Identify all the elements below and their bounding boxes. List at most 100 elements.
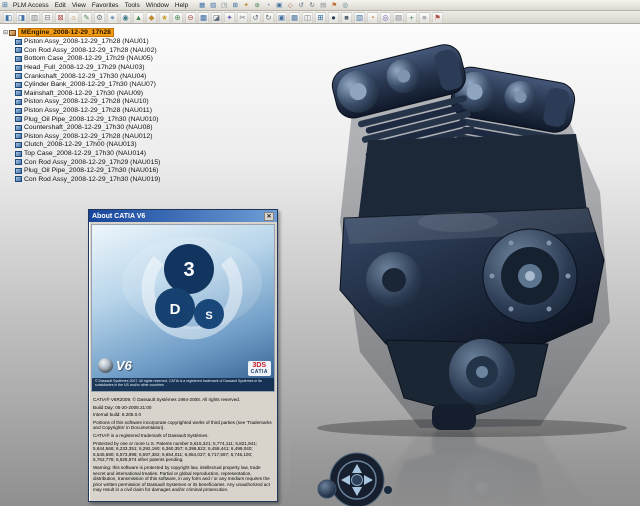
part-icon: [15, 176, 22, 183]
toolbar-icon[interactable]: ★: [159, 11, 170, 23]
menu-plm-access[interactable]: PLM Access: [10, 2, 52, 9]
toolbar-icon[interactable]: ≡: [419, 11, 430, 23]
part-icon: [15, 141, 22, 148]
close-icon[interactable]: ✕: [264, 211, 274, 221]
menu-item[interactable]: Tools: [122, 2, 143, 9]
toolbar-icon[interactable]: ⊞: [315, 11, 326, 23]
toolbar-icon[interactable]: ▣: [276, 11, 287, 23]
toolbar-icon[interactable]: ↻: [307, 1, 317, 10]
spec-tree: ⊟ MEngine_2008-12-29_17h28 Piston Assy_2…: [3, 28, 160, 184]
toolbar-icon[interactable]: ◔: [367, 11, 378, 23]
menu-item[interactable]: Favorites: [89, 2, 122, 9]
about-text-line: Internal build: 6.205.0.0: [93, 412, 142, 418]
toolbar-icon[interactable]: ◳: [219, 1, 229, 10]
toolbar-icon[interactable]: ▨: [354, 11, 365, 23]
toolbar-icon[interactable]: ▦: [197, 1, 207, 10]
compass-dot[interactable]: [384, 486, 392, 494]
toolbar-icon[interactable]: ⊟: [42, 11, 53, 23]
toolbar-icon[interactable]: ▲: [133, 11, 144, 23]
toolbar-icon[interactable]: ●: [328, 11, 339, 23]
tree-item[interactable]: Con Rod Assy_2008-12-29_17h29 (NAU015): [15, 158, 160, 167]
toolbar-icon[interactable]: ✂: [237, 11, 248, 23]
expander-icon[interactable]: ⊟: [3, 29, 8, 36]
toolbar-icon[interactable]: ◧: [3, 11, 14, 23]
dialog-title: About CATIA V6: [92, 212, 146, 220]
toolbar-icon[interactable]: ▩: [198, 11, 209, 23]
tree-item[interactable]: Top Case_2008-12-29_17h30 (NAU014): [15, 149, 160, 158]
toolbar-icon[interactable]: ◪: [211, 11, 222, 23]
toolbar-icon[interactable]: ⊖: [185, 11, 196, 23]
compass-sphere[interactable]: [317, 479, 337, 499]
menu-item[interactable]: View: [69, 2, 89, 9]
toolbar-icon[interactable]: ◨: [16, 11, 27, 23]
catia-window: ⊞ PLM Access Edit View Favorites Tools W…: [0, 0, 640, 506]
toolbar-icon[interactable]: ▤: [318, 1, 328, 10]
about-dialog: About CATIA V6 ✕ 3 D S V6 3DS CATIA © Da…: [88, 209, 278, 502]
compass-center[interactable]: [351, 474, 363, 486]
toolbar-icon[interactable]: ▥: [29, 11, 40, 23]
toolbar-icon[interactable]: +: [406, 11, 417, 23]
tree-item[interactable]: Countershaft_2008-12-29_17h30 (NAU08): [15, 123, 160, 132]
part-icon: [15, 150, 22, 157]
toolbar-icon[interactable]: ◉: [120, 11, 131, 23]
menu-item[interactable]: Help: [172, 2, 191, 9]
toolbar-icon[interactable]: ⌖: [107, 11, 118, 23]
toolbar-icon[interactable]: ↺: [296, 1, 306, 10]
logo-letter-3: 3: [183, 259, 194, 281]
toolbar-icon[interactable]: ↻: [263, 11, 274, 23]
tree-item-label: Piston Assy_2008-12-29_17h28 (NAU011): [24, 107, 152, 115]
toolbar-icon[interactable]: ✦: [241, 1, 251, 10]
toolbar-icon[interactable]: ▧: [208, 1, 218, 10]
tree-item[interactable]: Con Rod Assy_2008-12-29_17h30 (NAU019): [15, 175, 160, 184]
toolbar-icon[interactable]: ◎: [340, 1, 350, 10]
menubar-toolbar: ▦ ▧ ◳ ⊞ ✦ ⊕ ◔ ▣ ◇ ↺ ↻ ▤ ⚑ ◎: [197, 1, 350, 10]
toolbar-icon[interactable]: ▦: [289, 11, 300, 23]
tree-item[interactable]: Piston Assy_2008-12-29_17h28 (NAU012): [15, 132, 160, 141]
tree-item[interactable]: Con Rod Assy_2008-12-29_17h28 (NAU02): [15, 46, 160, 55]
toolbar-icon[interactable]: ⊞: [230, 1, 240, 10]
toolbar-icon[interactable]: ↺: [250, 11, 261, 23]
toolbar-icon[interactable]: ▤: [393, 11, 404, 23]
toolbar-icon[interactable]: ◎: [380, 11, 391, 23]
v6-label: V6: [116, 358, 132, 373]
about-text-line: Protected by one or more U.S. Patents nu…: [93, 440, 258, 463]
tree-item[interactable]: Mainshaft_2008-12-29_17h30 (NAU09): [15, 89, 160, 98]
tree-item[interactable]: Piston Assy_2008-12-29_17h28 (NAU01): [15, 38, 160, 47]
menu-item[interactable]: Window: [143, 2, 172, 9]
tree-item[interactable]: Plug_Oil Pipe_2008-12-29_17h30 (NAU010): [15, 115, 160, 124]
toolbar-icon[interactable]: ⌂: [68, 11, 79, 23]
tree-root-item[interactable]: ⊟ MEngine_2008-12-29_17h28: [3, 28, 160, 38]
tree-item[interactable]: Clutch_2008-12-29_17h00 (NAU013): [15, 141, 160, 150]
toolbar-icon[interactable]: ✎: [81, 11, 92, 23]
toolbar-icon[interactable]: ⊕: [172, 11, 183, 23]
tree-item[interactable]: Crankshaft_2008-12-29_17h30 (NAU04): [15, 72, 160, 81]
tree-item[interactable]: Head_Full_2008-12-29_17h29 (NAU03): [15, 63, 160, 72]
toolbar-icon[interactable]: ◫: [302, 11, 313, 23]
toolbar-icon[interactable]: ⊠: [55, 11, 66, 23]
logo-letter-d: D: [170, 301, 181, 318]
toolbar-icon[interactable]: ✦: [224, 11, 235, 23]
toolbar-icon[interactable]: ◔: [263, 1, 273, 10]
menu-item[interactable]: Edit: [52, 2, 69, 9]
about-text-line: CATIA® is a registered trademark of Dass…: [93, 432, 209, 438]
part-icon: [15, 133, 22, 140]
toolbar-icon[interactable]: ▣: [274, 1, 284, 10]
tree-item[interactable]: Plug_Oil Pipe_2008-12-29_17h30 (NAU016): [15, 166, 160, 175]
tree-item-label: Clutch_2008-12-29_17h00 (NAU013): [24, 141, 137, 149]
toolbar-icon[interactable]: ◇: [285, 1, 295, 10]
tree-item-label: Con Rod Assy_2008-12-29_17h29 (NAU015): [24, 158, 161, 166]
tree-item[interactable]: Bottom Case_2008-12-29_17h29 (NAU05): [15, 55, 160, 64]
tree-item[interactable]: Piston Assy_2008-12-29_17h28 (NAU10): [15, 98, 160, 107]
dialog-title-bar[interactable]: About CATIA V6 ✕: [89, 210, 277, 222]
toolbar-icon[interactable]: ⚑: [432, 11, 443, 23]
tree-item-label: Cylinder Bank_2008-12-29_17h30 (NAU07): [24, 81, 156, 89]
tree-item[interactable]: Cylinder Bank_2008-12-29_17h30 (NAU07): [15, 80, 160, 89]
tree-item[interactable]: Piston Assy_2008-12-29_17h28 (NAU011): [15, 106, 160, 115]
toolbar-icon[interactable]: ◆: [146, 11, 157, 23]
toolbar-icon[interactable]: ⊕: [252, 1, 262, 10]
toolbar-icon[interactable]: ⚑: [329, 1, 339, 10]
logo-letter-s: S: [205, 310, 212, 322]
about-text-line: CATIA® V6R2009. © Dassault Systèmes 1994…: [93, 397, 241, 402]
toolbar-icon[interactable]: ⚙: [94, 11, 105, 23]
toolbar-icon[interactable]: ■: [341, 11, 352, 23]
